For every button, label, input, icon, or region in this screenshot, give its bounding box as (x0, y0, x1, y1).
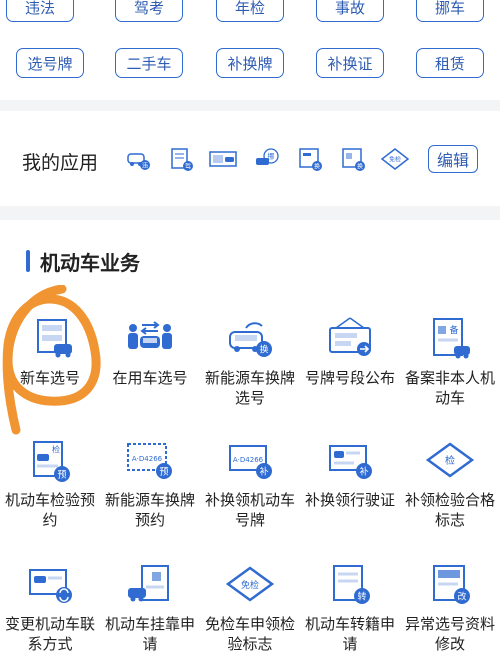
tile-label: 在用车选号 (112, 369, 188, 387)
move-car-app-icon[interactable]: 挪 (254, 146, 280, 172)
svg-text:检: 检 (445, 454, 455, 467)
plate-car-app-icon[interactable] (208, 146, 238, 172)
tile-plate-announce[interactable]: 号牌号段公布 (300, 316, 400, 388)
svg-text:A·D4266: A·D4266 (233, 456, 264, 464)
svg-text:转: 转 (357, 591, 366, 603)
tile-label: 变更机动车联系方式 (4, 615, 95, 653)
my-apps-label: 我的应用 (22, 152, 99, 174)
chip-annual-inspection[interactable]: 年检 (216, 0, 284, 22)
tile-used-car-plate[interactable]: 在用车选号 (100, 316, 200, 388)
inspection-mark-icon: 检 (425, 442, 475, 478)
exempt-mark-icon: 免检 (225, 566, 275, 602)
svg-text:免检: 免检 (389, 156, 401, 164)
tile-label: 号牌号段公布 (304, 369, 395, 387)
svg-text:预: 预 (159, 467, 168, 478)
tile-label: 补换领行驶证 (304, 491, 395, 509)
chip-violation[interactable]: 违法 (6, 0, 74, 22)
svg-text:违: 违 (142, 163, 148, 170)
change-contact-icon (29, 569, 72, 603)
tile-exempt-mark[interactable]: 免检 免检车申领检验标志 (200, 562, 300, 654)
inspection-booking-icon: 检 预 (33, 441, 70, 482)
exempt-inspection-app-icon[interactable]: 免检 (380, 146, 410, 172)
tile-abnormal-edit[interactable]: 改 异常选号资料修改 (400, 562, 500, 654)
chip-replace-plate[interactable]: 补换牌 (216, 48, 284, 78)
tile-ev-plate[interactable]: 换 新能源车换牌选号 (200, 316, 300, 408)
tile-label: 补领检验合格标志 (404, 491, 495, 529)
tile-inspection-mark[interactable]: 检 补领检验合格标志 (400, 438, 500, 530)
ev-plate-booking-icon: A·D4266 预 (127, 443, 172, 479)
tile-affiliation[interactable]: 机动车挂靠申请 (100, 562, 200, 654)
tile-label: 新能源车换牌预约 (104, 491, 195, 529)
record-vehicle-icon: 备 (433, 318, 470, 359)
chip-accident[interactable]: 事故 (316, 0, 384, 22)
plate-announce-icon (329, 317, 371, 356)
section-accent-bar (26, 250, 30, 272)
my-apps-panel: 我的应用 违 驾 挪 换 换 免检 编辑 (0, 111, 500, 206)
tile-label: 新能源车换牌选号 (204, 369, 295, 407)
svg-text:驾: 驾 (185, 163, 191, 171)
svg-text:挪: 挪 (268, 152, 275, 161)
plate-replace-app-icon[interactable]: 换 (297, 146, 323, 172)
svg-text:A·D4266: A·D4266 (132, 455, 163, 463)
tile-change-contact[interactable]: 变更机动车联系方式 (0, 562, 100, 654)
tile-new-car-plate[interactable]: 新车选号 (0, 316, 100, 388)
tile-label: 补换领机动车号牌 (204, 491, 295, 529)
tile-label: 机动车挂靠申请 (104, 615, 195, 653)
svg-text:换: 换 (259, 344, 268, 356)
new-car-plate-icon (37, 319, 72, 358)
used-car-plate-icon (128, 321, 172, 349)
ev-plate-icon: 换 (229, 322, 272, 357)
svg-text:补: 补 (359, 466, 368, 478)
tile-label: 备案非本人机动车 (404, 369, 495, 407)
chip-move-car[interactable]: 挪车 (416, 0, 484, 22)
tile-record-vehicle[interactable]: 备 备案非本人机动车 (400, 316, 500, 408)
transfer-icon: 转 (333, 565, 370, 604)
license-replace-app-icon[interactable]: 换 (340, 146, 366, 172)
svg-text:改: 改 (457, 591, 466, 603)
chip-driving-test[interactable]: 驾考 (115, 0, 183, 22)
replace-plate-icon: A·D4266 补 (229, 445, 272, 479)
chip-replace-license[interactable]: 补换证 (316, 48, 384, 78)
license-app-icon[interactable]: 驾 (168, 146, 194, 172)
chip-select-plate[interactable]: 选号牌 (16, 48, 84, 78)
svg-text:免检: 免检 (241, 579, 259, 591)
quick-service-panel: 违法 驾考 年检 事故 挪车 选号牌 二手车 补换牌 补换证 租赁 (0, 0, 500, 100)
tile-label: 机动车检验预约 (4, 491, 95, 529)
svg-text:换: 换 (314, 163, 320, 171)
tile-inspection-booking[interactable]: 检 预 机动车检验预约 (0, 438, 100, 530)
svg-text:检: 检 (52, 444, 60, 454)
violation-app-icon[interactable]: 违 (125, 146, 151, 172)
svg-text:预: 预 (57, 470, 66, 481)
svg-text:换: 换 (357, 163, 363, 171)
vehicle-business-panel: 机动车业务 新车选号 在用车选号 换 新能源车换牌选号 号牌号段公布 备 备案非… (0, 220, 500, 667)
tile-replace-plate[interactable]: A·D4266 补 补换领机动车号牌 (200, 438, 300, 530)
chip-used-car[interactable]: 二手车 (115, 48, 183, 78)
chip-rental[interactable]: 租赁 (416, 48, 484, 78)
tile-label: 新车选号 (19, 369, 80, 387)
tile-ev-plate-booking[interactable]: A·D4266 预 新能源车换牌预约 (100, 438, 200, 530)
svg-text:补: 补 (259, 466, 268, 478)
tile-label: 免检车申领检验标志 (204, 615, 295, 653)
tile-transfer[interactable]: 转 机动车转籍申请 (300, 562, 400, 654)
edit-button[interactable]: 编辑 (428, 145, 478, 173)
replace-license-icon: 补 (329, 445, 372, 479)
affiliation-icon (128, 565, 169, 602)
tile-replace-license[interactable]: 补 补换领行驶证 (300, 438, 400, 510)
section-title: 机动车业务 (40, 251, 140, 275)
tile-label: 机动车转籍申请 (304, 615, 395, 653)
svg-text:备: 备 (449, 324, 458, 336)
tile-label: 异常选号资料修改 (404, 615, 495, 653)
abnormal-edit-icon: 改 (433, 565, 470, 604)
